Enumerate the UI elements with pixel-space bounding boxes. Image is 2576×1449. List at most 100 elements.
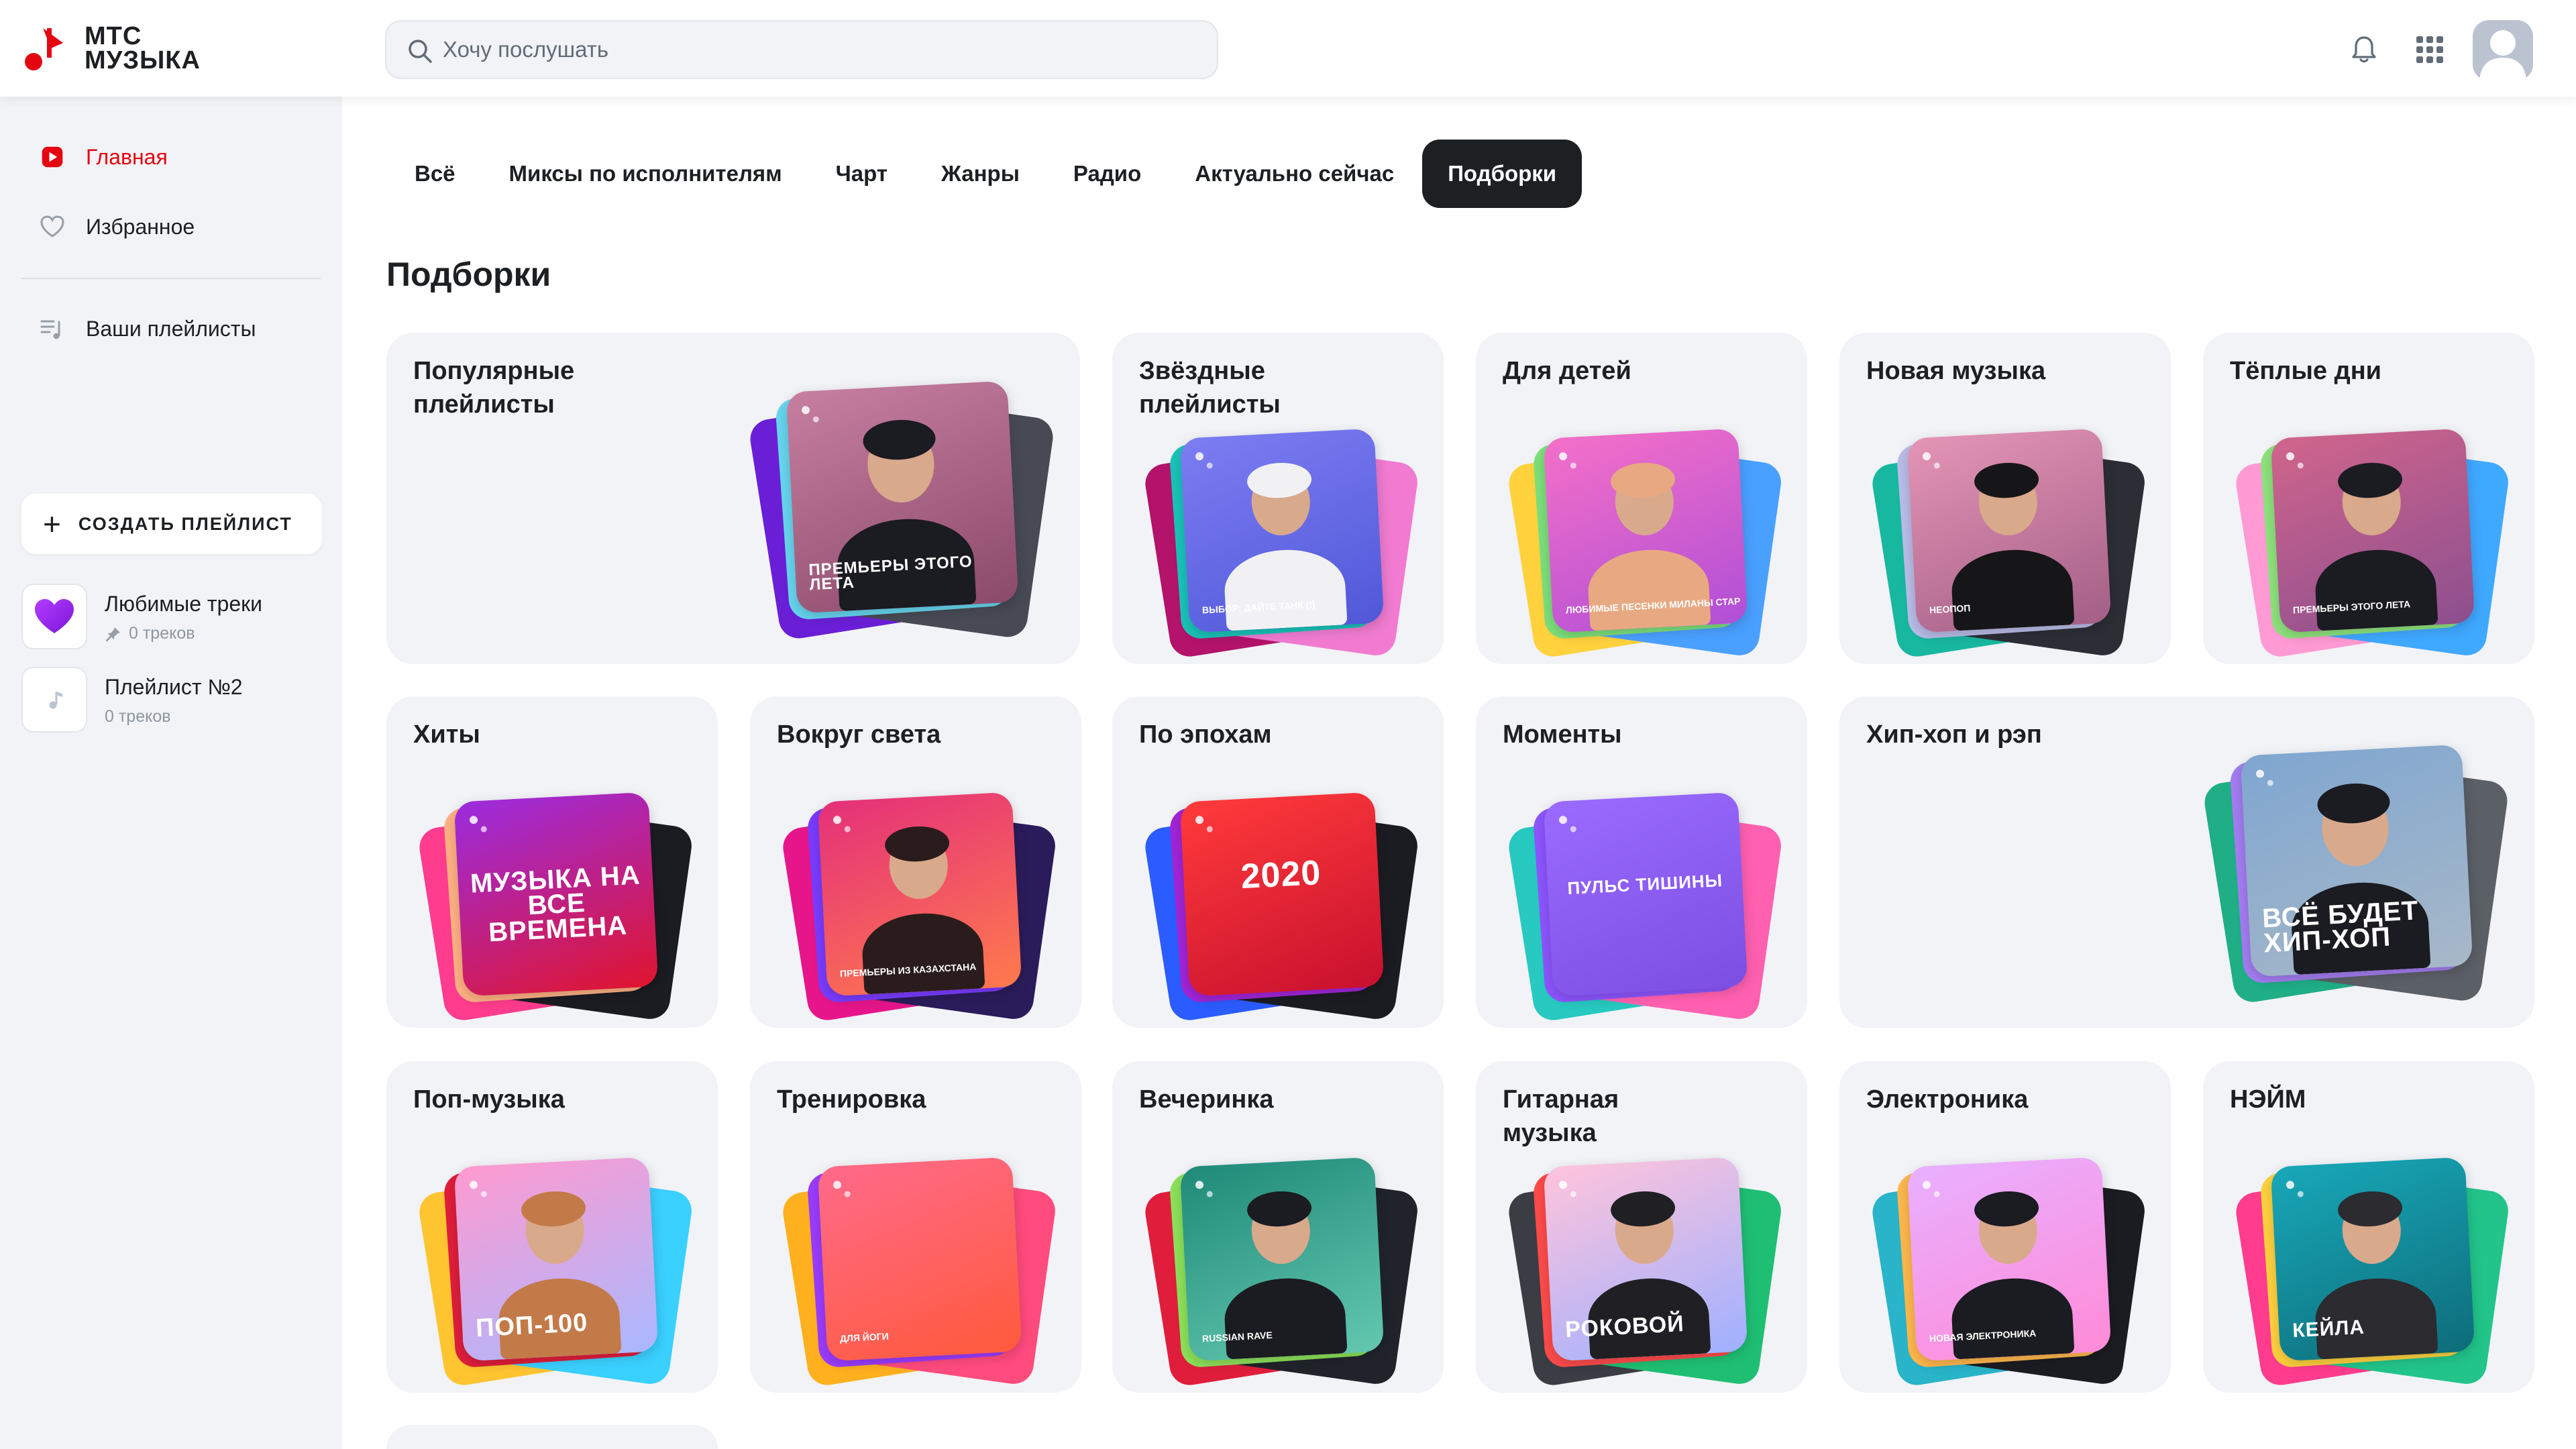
- collection-card-partial[interactable]: [386, 1425, 718, 1449]
- cover-front: ВСЁ БУДЕТ ХИП-ХОП: [2240, 744, 2473, 977]
- cover-front: ЛЮБИМЫЕ ПЕСЕНКИ МИЛАНЫ СТАР: [1543, 428, 1748, 633]
- user-avatar[interactable]: [2473, 20, 2533, 80]
- sidebar: Главная Избранное Ваши плейлисты + СОЗДА…: [0, 97, 342, 1449]
- cover-caption: 2020: [1240, 853, 1322, 897]
- cover-dot: [1570, 826, 1577, 833]
- user-avatar-icon: [2479, 30, 2526, 80]
- artist-body: [1222, 547, 1348, 631]
- collection-card-title: Тёплые дни: [2230, 357, 2382, 385]
- sidebar-item-favorites[interactable]: Избранное: [38, 207, 195, 247]
- collection-card[interactable]: Для детей ЛЮБИМЫЕ ПЕСЕНКИ МИЛАНЫ СТАР: [1476, 333, 1807, 664]
- cover-dot: [480, 826, 488, 833]
- collection-card[interactable]: Поп-музыка ПОП-100: [386, 1061, 718, 1393]
- tab-collections[interactable]: Подборки: [1422, 140, 1582, 208]
- cover-front: НЕОПОП: [1907, 428, 2112, 633]
- tab-artist-mixes[interactable]: Миксы по исполнителям: [484, 140, 808, 208]
- purple-heart-icon: [35, 599, 74, 633]
- tab-trending[interactable]: Актуально сейчас: [1169, 140, 1419, 208]
- collection-card[interactable]: НЭЙМ КЕЙЛА: [2203, 1061, 2534, 1393]
- apps-grid-icon[interactable]: [2414, 34, 2446, 66]
- cover-dot: [469, 815, 478, 824]
- top-header: МТС МУЗЫКА: [0, 0, 2576, 97]
- cover-front: ПОП-100: [453, 1157, 659, 1362]
- heart-icon: [38, 212, 67, 241]
- playlist-title: Плейлист №2: [105, 675, 243, 699]
- cover-front: ПРЕМЬЕРЫ ИЗ КАЗАХСТАНА: [817, 792, 1022, 997]
- collection-cover-art: ДЛЯ ЙОГИ: [780, 1157, 1058, 1388]
- collection-card[interactable]: Хип-хоп и рэп ВСЁ БУДЕТ ХИП-ХОП: [1839, 696, 2534, 1028]
- collection-card-title: Хиты: [413, 720, 480, 749]
- playlist-track-count: 0 треков: [105, 707, 171, 726]
- logo-text: МТС МУЗЫКА: [85, 22, 201, 74]
- collection-card[interactable]: Вокруг света ПРЕМЬЕРЫ ИЗ КАЗАХСТАНА: [750, 696, 1081, 1028]
- artist-body: [1949, 1275, 2075, 1360]
- collection-cover-art: НЕОПОП: [1870, 428, 2147, 659]
- sidebar-item-label: Избранное: [86, 214, 195, 239]
- cover-artist-photo: [1180, 1157, 1385, 1362]
- collection-card-title: Популярные плейлисты: [413, 357, 575, 419]
- collection-cover-art: НОВАЯ ЭЛЕКТРОНИКА: [1870, 1157, 2147, 1388]
- tab-genres[interactable]: Жанры: [916, 140, 1045, 208]
- artist-body: [2313, 547, 2438, 631]
- sidebar-item-label: Главная: [86, 144, 168, 169]
- playlist-cover: [21, 584, 87, 649]
- collection-card[interactable]: Электроника НОВАЯ ЭЛЕКТРОНИКА: [1839, 1061, 2171, 1393]
- collection-card[interactable]: Хиты МУЗЫКА НА ВСЕ ВРЕМЕНА: [386, 696, 718, 1028]
- collection-card-title: Моменты: [1503, 720, 1622, 749]
- cover-dot: [833, 1180, 842, 1189]
- collection-cover-art: RUSSIAN RAVE: [1142, 1157, 1420, 1388]
- sidebar-item-home[interactable]: Главная: [38, 137, 168, 177]
- collection-card[interactable]: Новая музыка НЕОПОП: [1839, 333, 2171, 664]
- collection-card-title: Для детей: [1503, 357, 1631, 385]
- search-bar[interactable]: [385, 20, 1218, 79]
- collection-card[interactable]: Гитарная музыка РОКОВОЙ: [1476, 1061, 1807, 1393]
- cover-front: RUSSIAN RAVE: [1179, 1157, 1385, 1362]
- collection-cover-art: ПУЛЬС ТИШИНЫ: [1506, 792, 1784, 1023]
- playlist-cover: [21, 667, 87, 733]
- cover-front: КЕЙЛА: [2270, 1157, 2475, 1362]
- collection-card-title: Хип-хоп и рэп: [1866, 720, 2042, 749]
- search-icon: [409, 40, 432, 63]
- sidebar-item-label: Ваши плейлисты: [86, 316, 256, 341]
- search-input[interactable]: [441, 21, 1193, 78]
- create-playlist-button[interactable]: + СОЗДАТЬ ПЛЕЙЛИСТ: [21, 494, 322, 554]
- collection-card-title: По эпохам: [1139, 720, 1272, 749]
- sidebar-item-playlists[interactable]: Ваши плейлисты: [38, 309, 256, 349]
- collection-card[interactable]: Тренировка ДЛЯ ЙОГИ: [750, 1061, 1081, 1393]
- collection-card-title: Вокруг света: [777, 720, 941, 749]
- collection-card-title: Тренировка: [777, 1085, 926, 1114]
- collection-card[interactable]: Моменты ПУЛЬС ТИШИНЫ: [1476, 696, 1807, 1028]
- tab-radio[interactable]: Радио: [1048, 140, 1167, 208]
- tab-all[interactable]: Всё: [389, 140, 481, 208]
- plus-icon: +: [43, 506, 62, 541]
- sidebar-divider: [21, 278, 321, 279]
- tab-chart[interactable]: Чарт: [810, 140, 913, 208]
- collection-card[interactable]: Звёздные плейлисты ВЫБОР: ДАЙТЕ ТАНК (!): [1112, 333, 1444, 664]
- mts-music-logo[interactable]: МТС МУЗЫКА: [24, 23, 239, 76]
- collection-card[interactable]: Популярные плейлисты ПРЕМЬЕРЫ ЭТОГО ЛЕТА: [386, 333, 1080, 664]
- collection-card[interactable]: Тёплые дни ПРЕМЬЕРЫ ЭТОГО ЛЕТА: [2203, 333, 2534, 664]
- cover-front: ПРЕМЬЕРЫ ЭТОГО ЛЕТА: [786, 380, 1019, 614]
- category-tabs: Всё Миксы по исполнителям Чарт Жанры Рад…: [389, 140, 1585, 208]
- music-note-icon: [49, 692, 62, 709]
- cover-artist-photo: [1907, 429, 2112, 633]
- notifications-bell-icon[interactable]: [2348, 34, 2380, 66]
- collection-card[interactable]: Вечеринка RUSSIAN RAVE: [1112, 1061, 1444, 1393]
- cover-caption: НЕОПОП: [1929, 602, 1971, 616]
- playlist-item-2[interactable]: Плейлист №2 0 треков: [21, 667, 321, 734]
- artist-body: [1586, 547, 1711, 631]
- page-title: Подборки: [386, 256, 551, 293]
- cover-front: РОКОВОЙ: [1543, 1157, 1748, 1362]
- cover-dot: [1195, 815, 1204, 824]
- cover-front: МУЗЫКА НА ВСЕ ВРЕМЕНА: [453, 792, 659, 997]
- playlist-subtitle: 0 треков: [105, 624, 195, 643]
- collection-card[interactable]: По эпохам 2020: [1112, 696, 1444, 1028]
- collection-card-title: Вечеринка: [1139, 1085, 1274, 1114]
- cover-front: ВЫБОР: ДАЙТЕ ТАНК (!): [1179, 428, 1385, 633]
- collection-cover-art: ВЫБОР: ДАЙТЕ ТАНК (!): [1142, 428, 1420, 659]
- playlist-item-liked-tracks[interactable]: Любимые треки 0 треков: [21, 584, 321, 651]
- playlist-track-count: 0 треков: [129, 624, 195, 643]
- logo-mark-icon: [25, 28, 63, 70]
- collection-cover-art: ПОП-100: [417, 1157, 694, 1388]
- cover-front: 2020: [1179, 792, 1385, 997]
